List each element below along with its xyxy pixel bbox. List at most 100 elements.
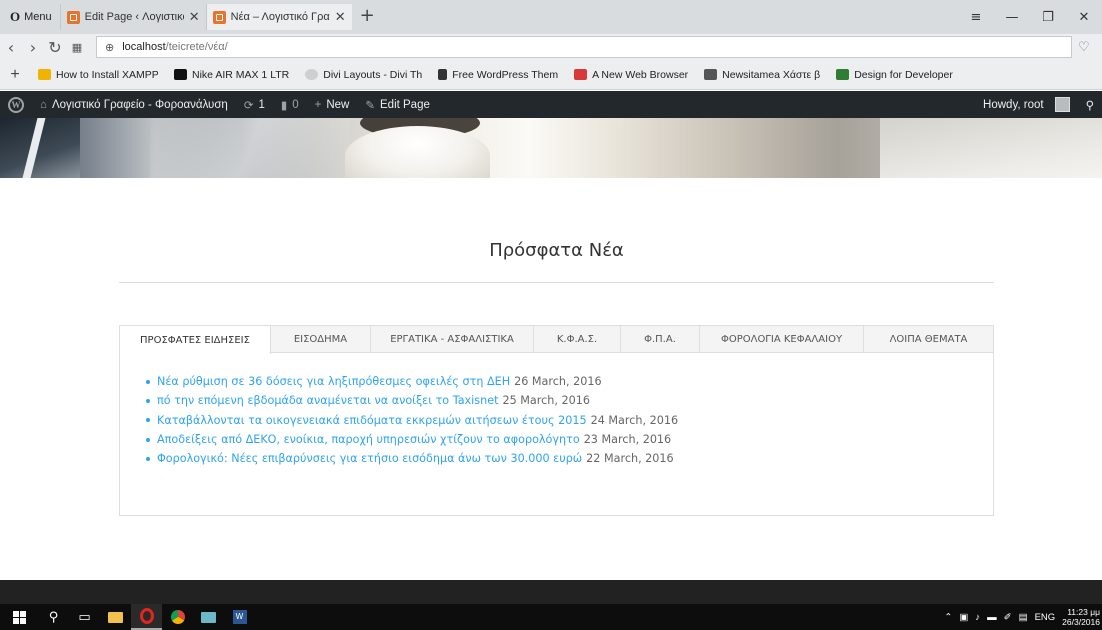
bullet-icon <box>146 379 150 384</box>
browser-tab-edit-page[interactable]: Edit Page ‹ Λογιστικό Γραφ ✕ <box>59 4 206 30</box>
plus-icon: + <box>314 98 322 111</box>
window-controls: ≡ — ❐ ✕ <box>958 0 1102 34</box>
menu-label: Menu <box>24 11 52 23</box>
clock-date: 26/3/2016 <box>1062 617 1100 627</box>
heart-bookmark-icon[interactable]: ♡ <box>1078 40 1102 55</box>
tab-income[interactable]: ΕΙΣΟΔΗΜΑ <box>271 326 371 353</box>
comment-icon: ▮ <box>280 99 288 112</box>
add-bookmark-icon[interactable]: + <box>0 66 30 84</box>
xampp-favicon-icon <box>212 10 226 24</box>
reload-icon[interactable]: ↻ <box>44 38 66 57</box>
opera-menu-button[interactable]: O Menu <box>0 0 60 34</box>
opera-icon[interactable] <box>131 604 162 630</box>
search-icon[interactable]: ⚲ <box>38 604 69 630</box>
notifications-icon[interactable]: ▤ <box>1019 612 1028 623</box>
bookmark-item[interactable]: Newsitamea Χάστε β <box>696 69 828 81</box>
tab-recent-news[interactable]: ΠΡΟΣΦΑΤΕΣ ΕΙΔΗΣΕΙΣ <box>120 326 271 354</box>
title-divider <box>119 282 994 283</box>
news-tabs-module: ΠΡΟΣΦΑΤΕΣ ΕΙΔΗΣΕΙΣ ΕΙΣΟΔΗΜΑ ΕΡΓΑΤΙΚΑ - Α… <box>119 325 994 516</box>
tabs-header: ΠΡΟΣΦΑΤΕΣ ΕΙΔΗΣΕΙΣ ΕΙΣΟΔΗΜΑ ΕΡΓΑΤΙΚΑ - Α… <box>120 326 993 354</box>
news-link[interactable]: Νέα ρύθμιση σε 36 δόσεις για ληξιπρόθεσμ… <box>157 372 510 391</box>
opera-logo-icon: O <box>10 9 21 24</box>
account-menu[interactable]: Howdy, root <box>975 91 1078 118</box>
news-link[interactable]: Αποδείξεις από ΔΕΚΟ, ενοίκια, παροχή υπη… <box>157 430 580 449</box>
bookmarks-bar: + How to Install XAMPP Nike AIR MAX 1 LT… <box>0 60 1102 90</box>
updates-count: 1 <box>258 98 265 111</box>
maximize-icon[interactable]: ❐ <box>1030 10 1066 25</box>
volume-icon[interactable]: ♪ <box>975 612 980 623</box>
bookmark-item[interactable]: A New Web Browser <box>566 69 696 81</box>
page-title: Πρόσφατα Νέα <box>489 240 624 261</box>
minimize-icon[interactable]: — <box>994 10 1030 25</box>
pen-icon[interactable]: ✐ <box>1004 612 1012 623</box>
list-item: Αποδείξεις από ΔΕΚΟ, ενοίκια, παροχή υπη… <box>146 430 678 449</box>
wp-admin-bar: W ⌂ Λογιστικό Γραφείο - Φοροανάλυση ⟳ 1 … <box>0 91 1102 118</box>
search-icon: ⚲ <box>1085 99 1094 112</box>
edit-page-label: Edit Page <box>380 98 430 111</box>
chevron-up-icon[interactable]: ⌃ <box>944 612 952 623</box>
xampp-favicon-icon <box>66 10 80 24</box>
language-indicator[interactable]: ENG <box>1035 612 1056 623</box>
speed-dial-icon[interactable]: ▦ <box>66 41 88 54</box>
list-item: Νέα ρύθμιση σε 36 δόσεις για ληξιπρόθεσμ… <box>146 372 678 391</box>
tab-kfas[interactable]: Κ.Φ.Α.Σ. <box>534 326 621 353</box>
news-link[interactable]: πό την επόμενη εβδομάδα αναμένεται να αν… <box>157 391 498 410</box>
tab-capital-tax[interactable]: ΦΟΡΟΛΟΓΙΑ ΚΕΦΑΛΑΙΟΥ <box>700 326 864 353</box>
tab-menu-icon[interactable]: ≡ <box>958 10 994 25</box>
pencil-icon: ✎ <box>365 99 375 112</box>
tab-vat[interactable]: Φ.Π.Α. <box>621 326 700 353</box>
news-link[interactable]: Καταβάλλονται τα οικογενειακά επιδόματα … <box>157 411 587 430</box>
bookmark-item[interactable]: Design for Developer <box>828 69 961 81</box>
clock[interactable]: 11:23 μμ 26/3/2016 <box>1062 607 1100 627</box>
updates-menu[interactable]: ⟳ 1 <box>236 91 273 118</box>
edit-page-link[interactable]: ✎ Edit Page <box>357 91 438 118</box>
network-icon[interactable]: ▣ <box>959 612 968 623</box>
tab-other-topics[interactable]: ΛΟΙΠΑ ΘΕΜΑΤΑ <box>864 326 993 353</box>
news-link[interactable]: Φορολογικό: Νέες επιβαρύνσεις για ετήσιο… <box>157 449 582 468</box>
url-field[interactable]: ⊕ localhost/teicrete/νέα/ <box>96 36 1072 58</box>
comments-menu[interactable]: ▮ 0 <box>273 91 307 118</box>
folder-icon[interactable] <box>193 604 224 630</box>
site-footer <box>0 580 1102 604</box>
news-list: Νέα ρύθμιση σε 36 δόσεις για ληξιπρόθεσμ… <box>146 372 678 468</box>
list-item: Φορολογικό: Νέες επιβαρύνσεις για ετήσιο… <box>146 449 678 468</box>
close-tab-icon[interactable]: ✕ <box>335 9 346 25</box>
bookmark-item[interactable]: Free WordPress Them <box>430 69 566 81</box>
new-tab-button[interactable]: + <box>352 5 383 34</box>
hero-highlight <box>150 118 350 178</box>
howdy-label: Howdy, root <box>983 98 1044 111</box>
battery-icon[interactable]: ▬ <box>987 612 997 623</box>
browser-tab-strip: O Menu Edit Page ‹ Λογιστικό Γραφ ✕ Νέα … <box>0 0 1102 34</box>
bookmark-favicon-icon <box>438 69 448 80</box>
address-bar-row: ‹ › ↻ ▦ ⊕ localhost/teicrete/νέα/ ♡ <box>0 34 1102 60</box>
site-name: Λογιστικό Γραφείο - Φοροανάλυση <box>51 98 228 111</box>
browser-tab-news[interactable]: Νέα – Λογιστικό Γραφείο ✕ <box>205 4 352 30</box>
bookmark-favicon-icon <box>174 69 187 80</box>
bookmark-item[interactable]: Nike AIR MAX 1 LTR <box>166 69 297 81</box>
bullet-icon <box>146 398 150 403</box>
clock-time: 11:23 μμ <box>1067 607 1100 617</box>
bookmark-item[interactable]: Divi Layouts - Divi Th <box>297 69 430 81</box>
updates-icon: ⟳ <box>243 99 254 112</box>
close-tab-icon[interactable]: ✕ <box>189 9 200 25</box>
tab-labor-insurance[interactable]: ΕΡΓΑΤΙΚΑ - ΑΣΦΑΛΙΣΤΙΚΑ <box>371 326 534 353</box>
bookmark-favicon-icon <box>574 69 588 80</box>
word-icon[interactable]: W <box>224 604 255 630</box>
close-window-icon[interactable]: ✕ <box>1066 10 1102 25</box>
bookmark-favicon-icon <box>305 69 319 80</box>
back-icon[interactable]: ‹ <box>0 38 22 57</box>
forward-icon[interactable]: › <box>22 38 44 57</box>
chrome-icon[interactable] <box>162 604 193 630</box>
admin-search-button[interactable]: ⚲ <box>1078 91 1102 118</box>
wp-logo-menu[interactable]: W <box>0 91 32 118</box>
tab-title: Edit Page ‹ Λογιστικό Γραφ <box>84 11 184 23</box>
avatar <box>1054 97 1070 112</box>
windows-start-icon[interactable] <box>0 604 38 630</box>
bookmark-item[interactable]: How to Install XAMPP <box>30 69 166 81</box>
file-explorer-icon[interactable] <box>100 604 131 630</box>
site-name-menu[interactable]: ⌂ Λογιστικό Γραφείο - Φοροανάλυση <box>32 91 236 118</box>
task-view-icon[interactable]: ▭ <box>69 604 100 630</box>
bullet-icon <box>146 456 150 461</box>
system-tray: ⌃ ▣ ♪ ▬ ✐ ▤ ENG 11:23 μμ 26/3/2016 <box>944 607 1102 627</box>
new-content-menu[interactable]: + New <box>307 91 358 118</box>
